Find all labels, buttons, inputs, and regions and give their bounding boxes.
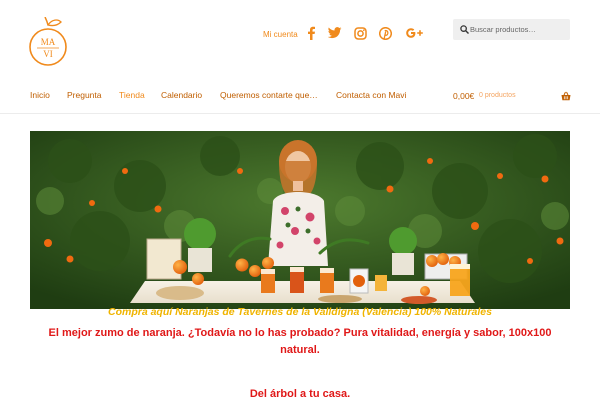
header-divider — [0, 113, 600, 114]
nav-item-contacta[interactable]: Contacta con Mavi — [336, 90, 406, 100]
twitter-icon[interactable] — [327, 25, 343, 41]
my-account-link[interactable]: Mi cuenta — [263, 30, 298, 39]
nav-item-tienda[interactable]: Tienda — [119, 90, 145, 100]
cart-total[interactable]: 0,00€ — [453, 91, 474, 101]
shopping-basket-icon[interactable] — [561, 91, 571, 101]
nav-item-calendario[interactable]: Calendario — [161, 90, 202, 100]
subline: Del árbol a tu casa. — [249, 388, 351, 400]
search-input[interactable] — [470, 21, 566, 38]
cart-count[interactable]: 0 productos — [479, 92, 516, 99]
logo-text-top: MA — [41, 37, 56, 47]
tagline: Compra aquí Naranjas de Tavernes de la V… — [108, 306, 492, 318]
instagram-icon[interactable] — [352, 25, 368, 41]
search-icon[interactable] — [460, 25, 469, 34]
logo-text-bottom: VI — [43, 49, 53, 59]
product-search — [453, 19, 570, 40]
nav-item-queremos-contarte[interactable]: Queremos contarte que… — [220, 90, 318, 100]
google-plus-icon[interactable] — [404, 25, 424, 41]
hero-image — [30, 131, 570, 309]
facebook-icon[interactable] — [303, 25, 319, 41]
site-header: MA VI Mi cuenta — [0, 0, 600, 78]
headline: El mejor zumo de naranja. ¿Todavía no lo… — [48, 327, 552, 356]
nav-item-inicio[interactable]: Inicio — [30, 90, 50, 100]
mavi-logo[interactable]: MA VI — [28, 17, 68, 69]
nav-item-pregunta[interactable]: Pregunta — [67, 90, 102, 100]
pinterest-icon[interactable] — [377, 25, 393, 41]
